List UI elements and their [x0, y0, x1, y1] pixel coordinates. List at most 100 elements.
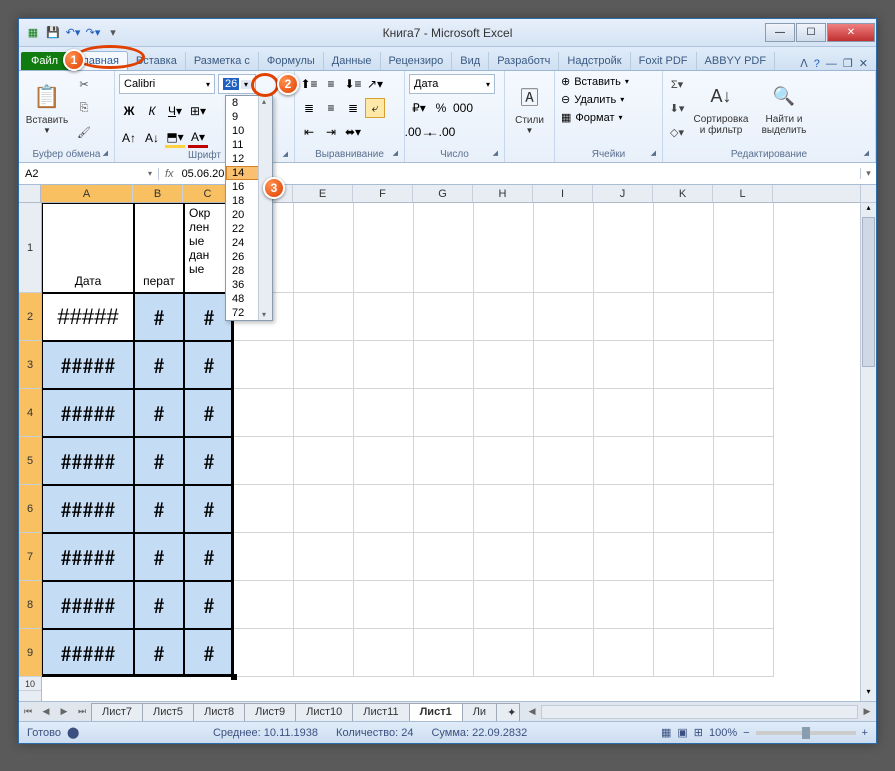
name-box[interactable]: A2▾ — [19, 168, 159, 180]
view-layout-icon[interactable]: ▣ — [677, 726, 687, 739]
tab-abbyy[interactable]: ABBYY PDF — [697, 52, 776, 70]
cell[interactable] — [294, 533, 354, 581]
tab-insert[interactable]: Вставка — [128, 52, 186, 70]
cell[interactable]: Дата — [42, 203, 134, 293]
cell[interactable] — [654, 533, 714, 581]
cell[interactable] — [534, 533, 594, 581]
tab-layout[interactable]: Разметка с — [186, 52, 259, 70]
row-header[interactable]: 9 — [19, 629, 41, 677]
cell[interactable] — [654, 389, 714, 437]
cell[interactable] — [414, 485, 474, 533]
decrease-decimal-icon[interactable]: ←.00 — [431, 122, 451, 142]
cell[interactable] — [594, 437, 654, 485]
cell[interactable] — [294, 341, 354, 389]
cell[interactable] — [294, 437, 354, 485]
tab-nav-prev-icon[interactable]: ◀ — [37, 703, 55, 721]
autosum-icon[interactable]: Σ▾ — [667, 74, 687, 94]
tab-data[interactable]: Данные — [324, 52, 381, 70]
cell[interactable] — [234, 533, 294, 581]
tab-developer[interactable]: Разработч — [489, 52, 559, 70]
save-icon[interactable]: 💾 — [45, 25, 61, 41]
align-center-icon[interactable]: ≡ — [321, 98, 341, 118]
sheet-tab[interactable]: Лист10 — [295, 703, 353, 721]
cell[interactable] — [474, 629, 534, 677]
cell[interactable] — [474, 389, 534, 437]
cell[interactable] — [414, 341, 474, 389]
cell[interactable] — [474, 341, 534, 389]
cell[interactable] — [234, 485, 294, 533]
decrease-indent-icon[interactable]: ⇤ — [299, 122, 319, 142]
cell[interactable]: # — [184, 629, 234, 677]
column-header[interactable]: A — [41, 185, 133, 202]
expand-formula-bar-icon[interactable]: ▾ — [860, 168, 876, 179]
zoom-out-icon[interactable]: − — [743, 727, 749, 739]
align-left-icon[interactable]: ≣ — [299, 98, 319, 118]
row-header[interactable]: 8 — [19, 581, 41, 629]
cell[interactable] — [594, 203, 654, 293]
cell[interactable] — [354, 341, 414, 389]
sheet-tab[interactable]: Лист5 — [142, 703, 194, 721]
border-button[interactable]: ⊞▾ — [188, 101, 208, 121]
cell[interactable] — [414, 203, 474, 293]
cell[interactable] — [234, 581, 294, 629]
column-header[interactable]: L — [713, 185, 773, 202]
fill-handle[interactable] — [231, 674, 237, 680]
active-cell[interactable]: ##### — [42, 293, 134, 341]
tab-formulas[interactable]: Формулы — [259, 52, 324, 70]
cell[interactable] — [354, 203, 414, 293]
help-icon[interactable]: ? — [814, 58, 820, 70]
merge-button[interactable]: ⬌▾ — [343, 122, 363, 142]
cell[interactable] — [294, 203, 354, 293]
cell[interactable] — [654, 293, 714, 341]
cell[interactable]: # — [134, 341, 184, 389]
row-header[interactable]: 4 — [19, 389, 41, 437]
zoom-in-icon[interactable]: + — [862, 727, 868, 739]
scroll-down-icon[interactable]: ▾ — [861, 687, 876, 701]
cell[interactable] — [594, 293, 654, 341]
delete-cells-button[interactable]: ⊖Удалить▾ — [559, 92, 626, 107]
horizontal-scrollbar[interactable]: ◀ ▶ — [523, 703, 876, 721]
cell[interactable] — [474, 533, 534, 581]
column-header[interactable]: I — [533, 185, 593, 202]
cell[interactable]: ##### — [42, 437, 134, 485]
cell[interactable]: # — [134, 581, 184, 629]
redo-icon[interactable]: ↷▾ — [85, 25, 101, 41]
cell[interactable] — [534, 389, 594, 437]
cell[interactable] — [534, 341, 594, 389]
zoom-slider[interactable] — [756, 731, 856, 735]
cell[interactable] — [714, 533, 774, 581]
cell[interactable] — [714, 341, 774, 389]
column-header[interactable]: K — [653, 185, 713, 202]
cell[interactable] — [534, 437, 594, 485]
fx-icon[interactable]: fx — [165, 168, 174, 180]
cell[interactable] — [714, 293, 774, 341]
insert-cells-button[interactable]: ⊕Вставить▾ — [559, 74, 631, 89]
cell[interactable] — [294, 293, 354, 341]
cell[interactable] — [294, 485, 354, 533]
accounting-format-icon[interactable]: ₽▾ — [409, 98, 429, 118]
cell[interactable] — [354, 485, 414, 533]
font-name-combo[interactable]: Calibri▾ — [119, 74, 215, 94]
sheet-tab[interactable]: Лист7 — [91, 703, 143, 721]
cell[interactable] — [354, 437, 414, 485]
percent-format-icon[interactable]: % — [431, 98, 451, 118]
format-cells-button[interactable]: ▦Формат▾ — [559, 110, 625, 125]
font-size-dropdown-arrow[interactable]: ▾ — [241, 80, 251, 89]
undo-icon[interactable]: ↶▾ — [65, 25, 81, 41]
font-size-dropdown[interactable]: 891011121416182022242628364872 — [225, 95, 273, 321]
cell[interactable] — [654, 203, 714, 293]
sort-filter-button[interactable]: A↓ Сортировка и фильтр — [690, 74, 752, 142]
cell[interactable] — [234, 437, 294, 485]
cell[interactable]: ##### — [42, 485, 134, 533]
cell[interactable]: # — [184, 581, 234, 629]
tab-view[interactable]: Вид — [452, 52, 489, 70]
sheet-tab[interactable]: Лист1 — [409, 703, 463, 721]
row-header[interactable]: 3 — [19, 341, 41, 389]
align-bottom-icon[interactable]: ⬇≡ — [343, 74, 363, 94]
tab-foxit[interactable]: Foxit PDF — [631, 52, 697, 70]
decrease-font-icon[interactable]: A↓ — [142, 128, 162, 148]
zoom-value[interactable]: 100% — [709, 727, 737, 739]
tab-file[interactable]: Файл — [21, 52, 68, 70]
cell[interactable] — [294, 581, 354, 629]
cell[interactable] — [414, 293, 474, 341]
